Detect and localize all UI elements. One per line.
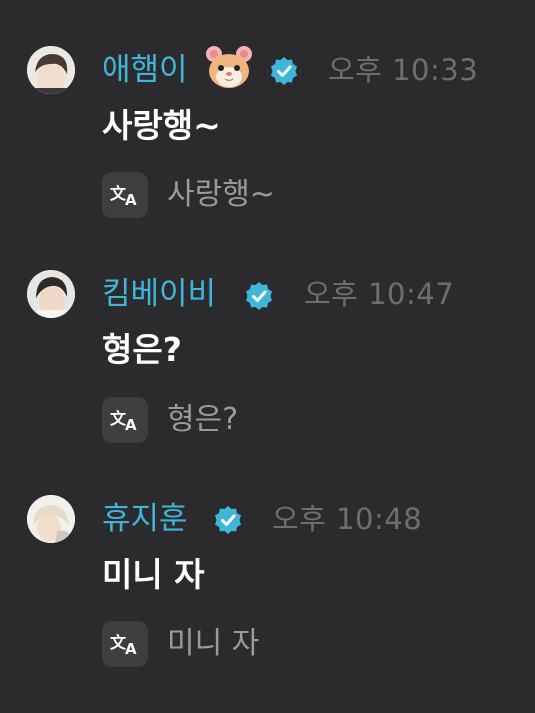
translation-text: 사랑행~ [167, 177, 275, 212]
message-text: 사랑행~ [102, 106, 221, 145]
timestamp: 오후 10:47 [304, 277, 455, 311]
message-text: 미니 자 [102, 555, 205, 594]
message-text: 형은? [102, 330, 182, 369]
translate-icon: 文 A [110, 184, 137, 209]
translation-text: 형은? [167, 402, 239, 437]
translate-button[interactable]: 文 A [102, 397, 148, 443]
svg-text:A: A [125, 416, 137, 434]
translate-button[interactable]: 文 A [102, 621, 148, 667]
hamster-emoji [204, 44, 254, 90]
translate-icon: 文 A [110, 409, 137, 434]
user-avatar[interactable] [27, 270, 75, 318]
svg-text:A: A [125, 191, 137, 209]
verified-badge-icon [244, 281, 274, 311]
username[interactable]: 애햄이 [102, 50, 188, 90]
chat-screen: { "messages": [ { "username": "애햄이", "ha… [0, 0, 535, 713]
svg-text:A: A [125, 640, 137, 658]
timestamp: 오후 10:33 [328, 53, 479, 87]
translation-text: 미니 자 [167, 626, 260, 661]
verified-badge-icon [213, 505, 243, 535]
timestamp: 오후 10:48 [272, 502, 423, 536]
translate-button[interactable]: 文 A [102, 172, 148, 218]
username[interactable]: 휴지훈 [102, 499, 188, 539]
verified-badge-icon [269, 56, 299, 86]
user-avatar[interactable] [27, 46, 75, 94]
user-avatar[interactable] [27, 495, 75, 543]
username[interactable]: 킴베이비 [102, 274, 216, 314]
translate-icon: 文 A [110, 633, 137, 658]
